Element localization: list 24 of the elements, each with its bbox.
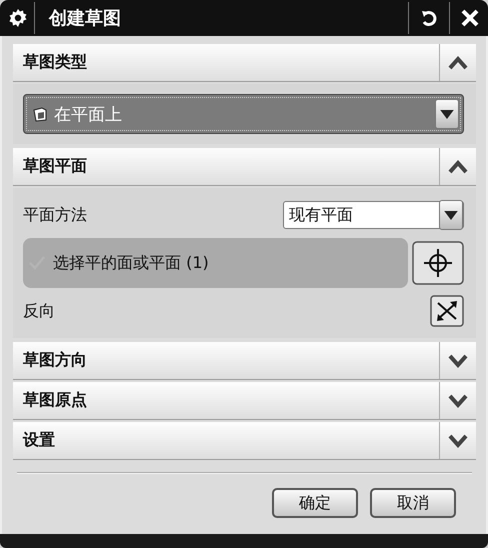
close-icon[interactable]	[460, 8, 480, 28]
collapse-icon	[448, 56, 468, 70]
cancel-button[interactable]: 取消	[370, 488, 456, 518]
method-label: 平面方法	[23, 204, 87, 226]
window-title: 创建草图	[49, 7, 121, 30]
section-header[interactable]: 草图方向	[13, 342, 476, 380]
plane-icon	[32, 106, 48, 122]
section-header[interactable]: 草图平面	[13, 148, 476, 186]
expand-icon	[448, 394, 468, 408]
settings-icon[interactable]	[8, 8, 28, 28]
section-header[interactable]: 草图类型	[13, 44, 476, 82]
section-header[interactable]: 草图原点	[13, 382, 476, 420]
expand-icon	[448, 434, 468, 448]
reverse-direction-button[interactable]	[430, 295, 464, 327]
ok-button[interactable]: 确定	[272, 488, 358, 518]
reverse-label: 反向	[23, 300, 55, 322]
section-header[interactable]: 设置	[13, 422, 476, 460]
reset-icon[interactable]	[419, 8, 439, 28]
method-dropdown[interactable]: 现有平面	[283, 201, 464, 229]
collapse-icon	[448, 160, 468, 174]
selection-row[interactable]: 选择平的面或平面 (1)	[23, 238, 408, 288]
crosshair-button[interactable]	[412, 241, 464, 285]
expand-icon	[448, 354, 468, 368]
type-dropdown[interactable]: 在平面上	[23, 94, 464, 134]
